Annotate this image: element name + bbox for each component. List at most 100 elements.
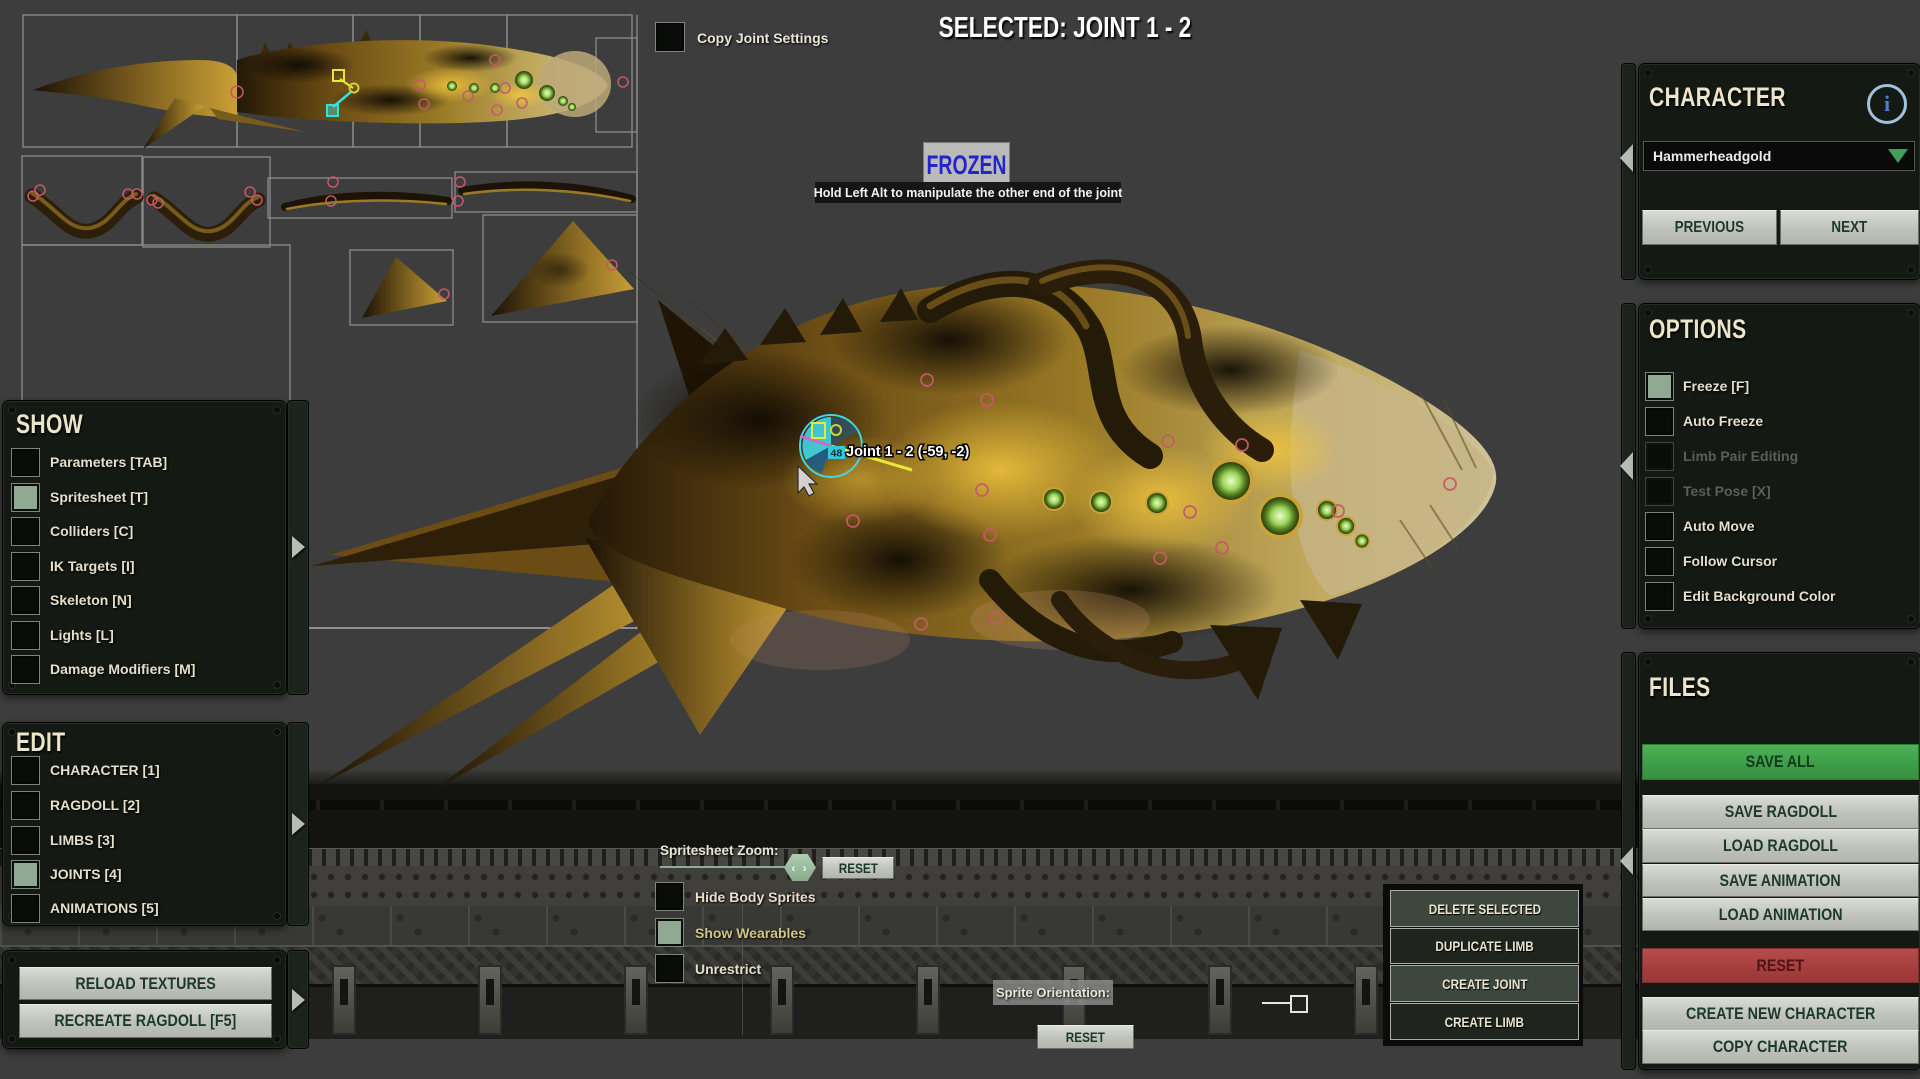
show-lights-checkbox[interactable]	[11, 621, 40, 650]
copy-character-button[interactable]: COPY CHARACTER	[1642, 1030, 1919, 1064]
spritesheet-zoom-label: Spritesheet Zoom:	[660, 843, 779, 858]
edit-ragdoll-label: RAGDOLL [2]	[50, 797, 140, 813]
spritesheet-zoom-reset-button[interactable]: RESET	[822, 857, 894, 879]
edit-animations-label: ANIMATIONS [5]	[50, 900, 159, 916]
show-damage-modifiers-checkbox[interactable]	[11, 655, 40, 684]
chevron-down-icon	[1888, 149, 1908, 163]
hide-body-sprites-checkbox[interactable]	[655, 882, 684, 911]
option-freeze-checkbox[interactable]	[1645, 372, 1674, 401]
create-joint-button[interactable]: CREATE JOINT	[1390, 965, 1579, 1002]
show-skeleton-label: Skeleton [N]	[50, 592, 132, 608]
create-limb-button[interactable]: CREATE LIMB	[1390, 1003, 1579, 1040]
options-panel-collapse-handle[interactable]	[1621, 303, 1636, 629]
joint-label: Joint 1 - 2 (-59, -2)	[846, 444, 969, 460]
edit-joints-checkbox[interactable]	[11, 860, 40, 889]
option-freeze-label: Freeze [F]	[1683, 378, 1749, 394]
sprite-orientation-reset-button[interactable]: RESET	[1037, 1025, 1134, 1049]
sprite-orientation-slider-track[interactable]	[1262, 1002, 1292, 1004]
selected-joint-title: SELECTED: JOINT 1 - 2	[900, 12, 1230, 45]
chevron-left-icon	[1620, 144, 1633, 172]
previous-character-button[interactable]: PREVIOUS	[1642, 210, 1777, 245]
show-wearables-label: Show Wearables	[695, 925, 806, 941]
sprite-orientation-label-box: Sprite Orientation:	[993, 980, 1113, 1005]
show-ik-targets-label: IK Targets [I]	[50, 558, 135, 574]
option-limb-pair-editing-label: Limb Pair Editing	[1683, 448, 1798, 464]
sprite-orientation-label: Sprite Orientation:	[996, 985, 1110, 1000]
option-follow-cursor-label: Follow Cursor	[1683, 553, 1777, 569]
edit-animations-checkbox[interactable]	[11, 894, 40, 923]
next-character-button[interactable]: NEXT	[1780, 210, 1919, 245]
show-wearables-checkbox[interactable]	[655, 918, 684, 947]
edit-panel: EDIT CHARACTER [1] RAGDOLL [2] LIMBS [3]…	[2, 722, 287, 926]
show-panel-collapse-handle[interactable]	[287, 400, 309, 695]
joint-angle-badge-text: 48	[831, 448, 843, 460]
show-panel-title: SHOW	[16, 411, 83, 438]
spritesheet-zoom-slider-track[interactable]	[660, 866, 792, 868]
info-icon[interactable]: i	[1867, 84, 1907, 124]
edit-joints-label: JOINTS [4]	[50, 866, 122, 882]
character-editor-window: 48 Joint 1 - 2 (-59, -2) Copy Joint Sett…	[0, 0, 1920, 1079]
joint-tooltip: Hold Left Alt to manipulate the other en…	[815, 182, 1121, 203]
option-auto-move-checkbox[interactable]	[1645, 512, 1674, 541]
option-auto-move-label: Auto Move	[1683, 518, 1755, 534]
option-limb-pair-editing-checkbox	[1645, 442, 1674, 471]
character-panel-title: CHARACTER	[1649, 84, 1786, 111]
option-edit-background-color-label: Edit Background Color	[1683, 588, 1835, 604]
save-animation-button[interactable]: SAVE ANIMATION	[1642, 864, 1919, 897]
tools-panel-collapse-handle[interactable]	[287, 950, 309, 1049]
chevron-left-icon	[1620, 847, 1633, 875]
option-follow-cursor-checkbox[interactable]	[1645, 547, 1674, 576]
show-parameters-label: Parameters [TAB]	[50, 454, 167, 470]
delete-selected-button[interactable]: DELETE SELECTED	[1390, 890, 1579, 927]
show-colliders-checkbox[interactable]	[11, 517, 40, 546]
options-panel-title: OPTIONS	[1649, 316, 1747, 343]
copy-joint-settings-label: Copy Joint Settings	[697, 30, 828, 46]
show-skeleton-checkbox[interactable]	[11, 586, 40, 615]
edit-ragdoll-checkbox[interactable]	[11, 791, 40, 820]
load-ragdoll-button[interactable]: LOAD RAGDOLL	[1642, 829, 1919, 863]
show-spritesheet-checkbox[interactable]	[11, 483, 40, 512]
edit-character-checkbox[interactable]	[11, 756, 40, 785]
edit-panel-title: EDIT	[16, 729, 66, 756]
limb-actions-panel: DELETE SELECTED DUPLICATE LIMB CREATE JO…	[1383, 884, 1583, 1046]
option-auto-freeze-checkbox[interactable]	[1645, 407, 1674, 436]
show-lights-label: Lights [L]	[50, 627, 114, 643]
option-edit-background-color-checkbox[interactable]	[1645, 582, 1674, 611]
character-dropdown[interactable]: Hammerheadgold	[1643, 141, 1915, 171]
chevron-right-icon	[292, 536, 305, 558]
show-ik-targets-checkbox[interactable]	[11, 552, 40, 581]
show-parameters-checkbox[interactable]	[11, 448, 40, 477]
save-ragdoll-button[interactable]: SAVE RAGDOLL	[1642, 795, 1919, 829]
unrestrict-checkbox[interactable]	[655, 954, 684, 983]
chevron-right-icon	[292, 989, 305, 1011]
option-test-pose-label: Test Pose [X]	[1683, 483, 1771, 499]
option-test-pose-checkbox	[1645, 477, 1674, 506]
sprite-orientation-slider-handle[interactable]	[1290, 995, 1308, 1013]
files-panel-collapse-handle[interactable]	[1621, 652, 1636, 1070]
tools-panel: RELOAD TEXTURES RECREATE RAGDOLL [F5]	[2, 950, 287, 1049]
edit-character-label: CHARACTER [1]	[50, 762, 160, 778]
show-spritesheet-label: Spritesheet [T]	[50, 489, 148, 505]
chevron-left-icon	[1620, 452, 1633, 480]
recreate-ragdoll-button[interactable]: RECREATE RAGDOLL [F5]	[19, 1004, 272, 1038]
copy-joint-settings-checkbox[interactable]	[655, 22, 685, 52]
options-panel: OPTIONS Freeze [F] Auto Freeze Limb Pair…	[1638, 303, 1920, 629]
edit-panel-collapse-handle[interactable]	[287, 722, 309, 926]
reset-all-button[interactable]: RESET	[1642, 948, 1919, 983]
create-new-character-button[interactable]: CREATE NEW CHARACTER	[1642, 997, 1919, 1031]
show-damage-modifiers-label: Damage Modifiers [M]	[50, 661, 195, 677]
character-panel-collapse-handle[interactable]	[1621, 63, 1636, 280]
chevron-right-icon	[292, 813, 305, 835]
edit-limbs-checkbox[interactable]	[11, 826, 40, 855]
hide-body-sprites-label: Hide Body Sprites	[695, 889, 816, 905]
duplicate-limb-button[interactable]: DUPLICATE LIMB	[1390, 928, 1579, 964]
files-panel: FILES SAVE ALL SAVE RAGDOLL LOAD RAGDOLL…	[1638, 652, 1920, 1070]
save-all-button[interactable]: SAVE ALL	[1642, 744, 1919, 780]
load-animation-button[interactable]: LOAD ANIMATION	[1642, 898, 1919, 931]
show-panel: SHOW Parameters [TAB] Spritesheet [T] Co…	[2, 400, 287, 695]
character-dropdown-value: Hammerheadgold	[1653, 148, 1771, 164]
reload-textures-button[interactable]: RELOAD TEXTURES	[19, 967, 272, 1000]
unrestrict-label: Unrestrict	[695, 961, 761, 977]
files-panel-title: FILES	[1649, 674, 1711, 701]
show-colliders-label: Colliders [C]	[50, 523, 133, 539]
